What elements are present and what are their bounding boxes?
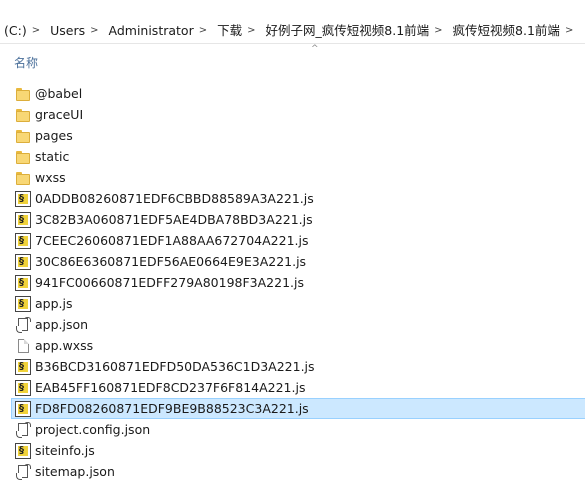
folder-icon [15,170,31,186]
js-file-icon: § [15,400,31,417]
file-row[interactable]: § 7CEEC26060871EDF1A88AA672704A221.js [11,230,585,251]
breadcrumb-users[interactable]: Users [44,20,88,42]
file-row[interactable]: § FD8FD08260871EDF9BE9B88523C3A221.js [11,398,585,419]
chevron-right-icon[interactable]: > [197,20,211,42]
file-name: 7CEEC26060871EDF1A88AA672704A221.js [35,233,309,248]
js-file-icon: § [15,274,31,291]
js-file-icon: § [15,190,31,207]
file-row[interactable]: app.wxss [11,335,585,356]
file-row[interactable]: § EAB45FF160871EDF8CD237F6F814A221.js [11,377,585,398]
file-row[interactable]: static [11,146,585,167]
json-file-icon [15,421,31,438]
file-name: pages [35,128,73,143]
json-file-icon [15,463,31,480]
file-name: static [35,149,70,164]
folder-icon [15,149,31,165]
folder-icon [15,107,31,123]
chevron-right-icon[interactable]: > [30,20,44,42]
file-name: 0ADDB08260871EDF6CBBD88589A3A221.js [35,191,314,206]
file-name: app.wxss [35,338,94,353]
file-row[interactable]: pages [11,125,585,146]
blank-file-icon [15,338,31,354]
folder-icon [15,128,31,144]
file-row[interactable]: § 3C82B3A060871EDF5AE4DBA78BD3A221.js [11,209,585,230]
breadcrumb-administrator[interactable]: Administrator [103,20,197,42]
js-file-icon: § [15,253,31,270]
js-file-icon: § [15,379,31,396]
file-name: siteinfo.js [35,443,95,458]
file-row[interactable]: § B36BCD3160871EDFD50DA536C1D3A221.js [11,356,585,377]
file-row[interactable]: § 941FC00660871EDFF279A80198F3A221.js [11,272,585,293]
chevron-right-icon[interactable]: > [432,20,446,42]
js-file-icon: § [15,295,31,312]
file-name: 30C86E6360871EDF56AE0664E9E3A221.js [35,254,307,269]
file-name: project.config.json [35,422,151,437]
file-row[interactable]: § siteinfo.js [11,440,585,461]
json-file-icon [15,316,31,333]
js-file-icon: § [15,442,31,459]
file-name: app.json [35,317,89,332]
file-name: 3C82B3A060871EDF5AE4DBA78BD3A221.js [35,212,313,227]
file-row[interactable]: graceUI [11,104,585,125]
file-row[interactable]: app.json [11,314,585,335]
breadcrumb-archive-folder[interactable]: 好例子网_疯传短视频8.1前端 [260,20,433,42]
file-name: wxss [35,170,66,185]
file-row[interactable]: § 30C86E6360871EDF56AE0664E9E3A221.js [11,251,585,272]
file-name: 941FC00660871EDFF279A80198F3A221.js [35,275,304,290]
file-row[interactable]: wxss [11,167,585,188]
folder-icon [15,86,31,102]
file-row[interactable]: § 0ADDB08260871EDF6CBBD88589A3A221.js [11,188,585,209]
chevron-right-icon[interactable]: > [563,20,577,42]
column-header-name[interactable]: 名称 [14,54,38,71]
breadcrumb-current-folder[interactable]: 疯传短视频8.1前端 [447,20,563,42]
file-name: EAB45FF160871EDF8CD237F6F814A221.js [35,380,306,395]
chevron-right-icon[interactable]: > [245,20,259,42]
file-row[interactable]: sitemap.json [11,461,585,482]
sort-ascending-icon: ^ [311,44,319,54]
file-name: @babel [35,86,83,101]
file-list: @babel graceUI pages static wxss § 0ADDB082608… [11,83,585,482]
js-file-icon: § [15,211,31,228]
file-name: sitemap.json [35,464,115,479]
file-row[interactable]: project.config.json [11,419,585,440]
file-row[interactable]: § app.js [11,293,585,314]
js-file-icon: § [15,232,31,249]
breadcrumb-drive[interactable]: (C:) [0,20,30,42]
breadcrumb-downloads[interactable]: 下载 [211,20,245,42]
file-row[interactable]: @babel [11,83,585,104]
file-name: app.js [35,296,73,311]
file-name: B36BCD3160871EDFD50DA536C1D3A221.js [35,359,315,374]
file-name: FD8FD08260871EDF9BE9B88523C3A221.js [35,401,309,416]
js-file-icon: § [15,358,31,375]
chevron-right-icon[interactable]: > [88,20,102,42]
address-breadcrumb[interactable]: (C:) > Users > Administrator > 下载 > 好例子网… [0,19,585,44]
file-name: graceUI [35,107,84,122]
